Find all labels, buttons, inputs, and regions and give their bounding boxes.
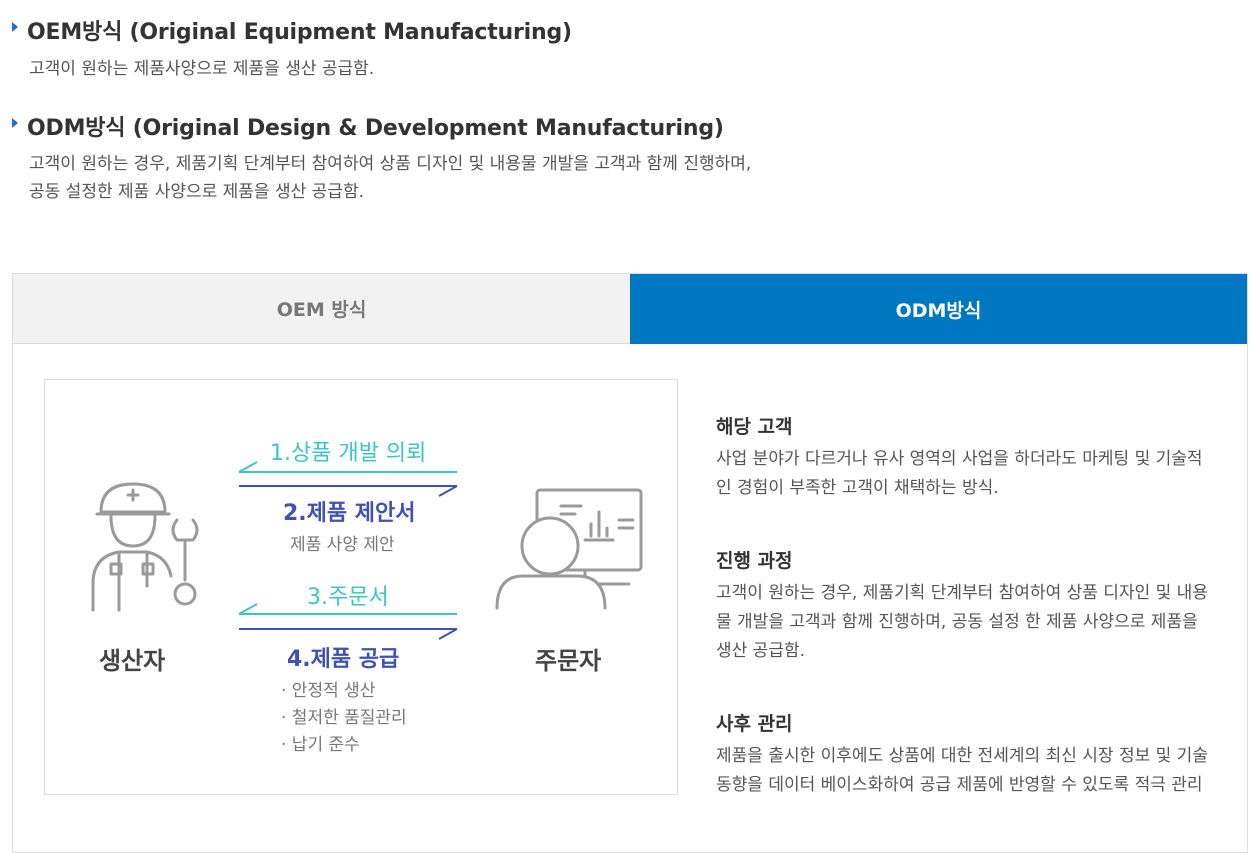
odm-heading: ODM방식 (Original Design & Development Man…	[12, 110, 724, 142]
info-text: 고객이 원하는 경우, 제품기획 단계부터 참여하여 상품 디자인 및 내용물 …	[716, 583, 1208, 661]
step-3-label: 3.주문서	[307, 585, 389, 610]
info-text: 사업 분야가 다르거나 유사 영역의 사업을 하더라도 마케팅 및 기술적인 경…	[716, 449, 1203, 498]
oem-title: OEM방식 (Original Equipment Manufacturing)	[27, 20, 572, 45]
producer-worker-icon	[91, 482, 199, 612]
orderer-label: 주문자	[535, 647, 602, 675]
step-4-item: · 납기 준수	[281, 735, 360, 755]
producer-label: 생산자	[99, 647, 166, 675]
info-heading: 진행 과정	[716, 550, 793, 572]
step-2-label: 2.제품 제안서	[283, 501, 416, 526]
odm-description-line: 고객이 원하는 경우, 제품기획 단계부터 참여하여 상품 디자인 및 내용물 …	[29, 154, 752, 174]
step-1-label: 1.상품 개발 의뢰	[270, 441, 427, 466]
tab-oem[interactable]: OEM 방식	[13, 274, 630, 344]
tab-bar: OEM 방식 ODM방식	[13, 274, 1247, 344]
triangle-bullet-icon	[12, 118, 18, 128]
arrow-supply	[239, 628, 458, 640]
step-4-item: · 안정적 생산	[281, 681, 376, 701]
odm-description: 고객이 원하는 경우, 제품기획 단계부터 참여하여 상품 디자인 및 내용물 …	[29, 150, 751, 206]
odm-description-line: 공동 설정한 제품 사양으로 제품을 생산 공급함.	[29, 182, 364, 202]
orderer-computer-icon	[495, 488, 643, 610]
step-4-item: · 철저한 품질관리	[281, 708, 407, 728]
oem-description: 고객이 원하는 제품사양으로 제품을 생산 공급함.	[29, 55, 374, 83]
info-target-customer: 해당 고객 사업 분야가 다르거나 유사 영역의 사업을 하더라도 마케팅 및 …	[716, 412, 1211, 503]
info-heading: 해당 고객	[716, 416, 793, 438]
info-process: 진행 과정 고객이 원하는 경우, 제품기획 단계부터 참여하여 상품 디자인 …	[716, 546, 1211, 666]
step-4-label: 4.제품 공급	[287, 647, 400, 672]
info-aftercare: 사후 관리 제품을 출시한 이후에도 상품에 대한 전세계의 최신 시장 정보 …	[716, 709, 1211, 800]
odm-process-diagram: 1.상품 개발 의뢰 2.제품 제안서 제품 사양 제안 3.주문서 4.제품 …	[44, 379, 678, 795]
tab-panel: OEM 방식 ODM방식 1.상품 개발 의뢰 2.제품 제안서 제품 사양 제…	[12, 273, 1248, 853]
tab-odm[interactable]: ODM방식	[630, 274, 1247, 344]
step-2-sublabel: 제품 사양 제안	[290, 535, 395, 555]
oem-description-line: 고객이 원하는 제품사양으로 제품을 생산 공급함.	[29, 59, 375, 79]
info-heading: 사후 관리	[716, 713, 793, 735]
triangle-bullet-icon	[12, 22, 18, 32]
info-text: 제품을 출시한 이후에도 상품에 대한 전세계의 최신 시장 정보 및 기술 동…	[716, 746, 1208, 795]
oem-heading: OEM방식 (Original Equipment Manufacturing)	[12, 14, 572, 46]
odm-title: ODM방식 (Original Design & Development Man…	[27, 116, 724, 141]
